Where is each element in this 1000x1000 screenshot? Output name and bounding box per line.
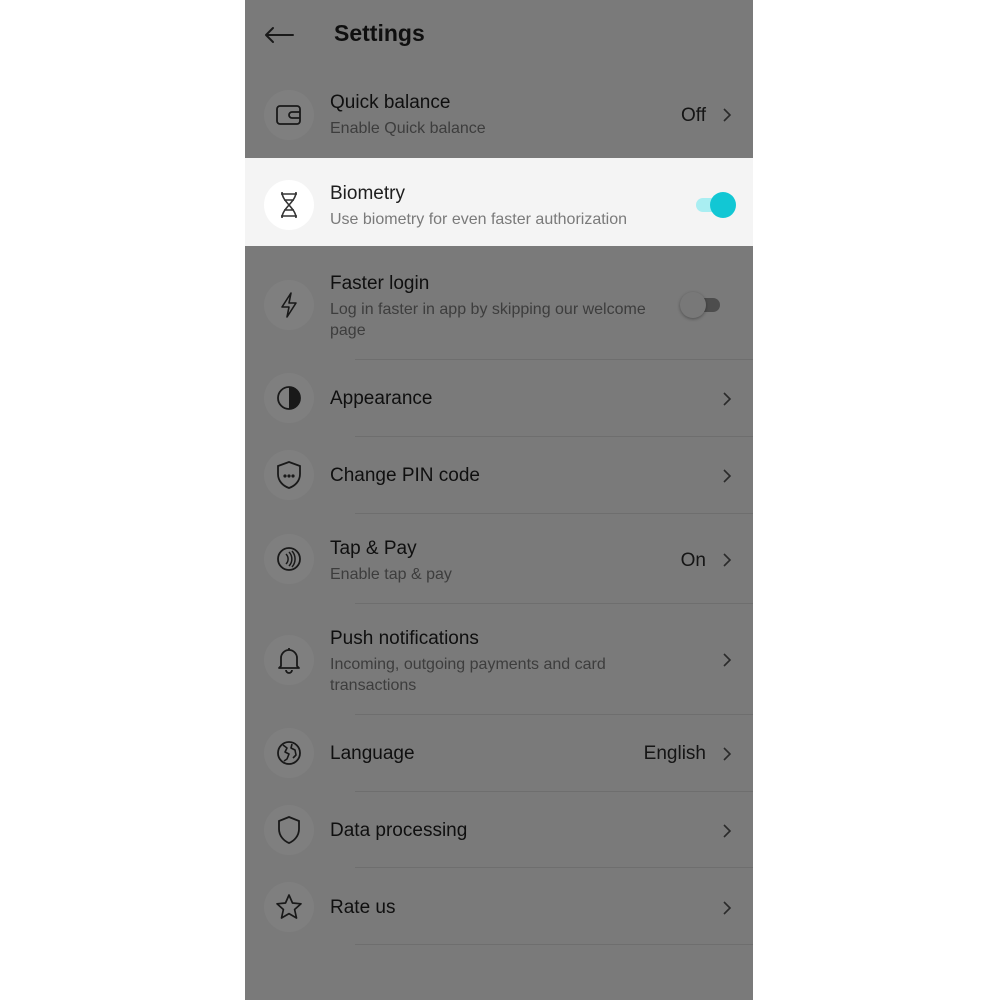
setting-change-pin[interactable]: Change PIN code (245, 437, 753, 513)
setting-subtitle: Use biometry for even faster authorizati… (330, 211, 628, 228)
contrast-icon (264, 373, 314, 423)
setting-language[interactable]: Language English (245, 715, 753, 791)
lightning-icon (264, 280, 314, 330)
setting-appearance[interactable]: Appearance (245, 360, 753, 436)
chevron-right-icon (723, 901, 732, 915)
setting-subtitle: Incoming, outgoing payments and card tra… (330, 656, 606, 694)
setting-title: Push notifications (330, 628, 479, 649)
setting-title: Biometry (330, 183, 405, 204)
wallet-icon (264, 90, 314, 140)
setting-title: Tap & Pay (330, 538, 417, 559)
chevron-right-icon (723, 747, 732, 761)
chevron-right-icon (723, 469, 732, 483)
faster-login-toggle[interactable] (680, 291, 722, 319)
chevron-right-icon (723, 824, 732, 838)
contactless-icon (264, 534, 314, 584)
setting-quick-balance[interactable]: Quick balance Enable Quick balance Off (245, 75, 753, 158)
star-icon (264, 882, 314, 932)
app-header: Settings (245, 0, 753, 72)
setting-value: English (643, 743, 706, 764)
shield-pin-icon (264, 450, 314, 500)
setting-title: Quick balance (330, 92, 451, 113)
setting-value: Off (681, 105, 706, 126)
chevron-right-icon (723, 108, 732, 122)
globe-icon (264, 728, 314, 778)
chevron-right-icon (723, 392, 732, 406)
setting-title: Appearance (330, 388, 433, 409)
setting-tap-and-pay[interactable]: Tap & Pay Enable tap & pay On (245, 514, 753, 603)
divider (355, 944, 753, 945)
page-title: Settings (334, 20, 425, 46)
setting-subtitle: Enable Quick balance (330, 120, 486, 137)
shield-icon (264, 805, 314, 855)
setting-push-notifications[interactable]: Push notifications Incoming, outgoing pa… (245, 604, 753, 714)
setting-title: Rate us (330, 897, 396, 918)
bell-icon (264, 635, 314, 685)
setting-title: Data processing (330, 820, 468, 841)
setting-data-processing[interactable]: Data processing (245, 792, 753, 867)
setting-subtitle: Log in faster in app by skipping our wel… (330, 301, 646, 339)
setting-faster-login[interactable]: Faster login Log in faster in app by ski… (245, 248, 753, 359)
setting-title: Language (330, 743, 415, 764)
setting-title: Change PIN code (330, 465, 480, 486)
chevron-right-icon (723, 653, 732, 667)
arrow-left-icon (265, 27, 294, 43)
setting-subtitle: Enable tap & pay (330, 566, 452, 583)
setting-title: Faster login (330, 273, 430, 294)
chevron-right-icon (723, 553, 732, 567)
setting-biometry[interactable]: Biometry Use biometry for even faster au… (245, 158, 753, 246)
settings-screen: Settings Quick balance Enable Quick bala… (245, 0, 753, 1000)
setting-rate-us[interactable]: Rate us (245, 868, 753, 944)
setting-value: On (680, 550, 706, 571)
biometry-toggle[interactable] (696, 191, 736, 219)
back-button[interactable] (259, 18, 299, 52)
dna-icon (264, 180, 314, 230)
